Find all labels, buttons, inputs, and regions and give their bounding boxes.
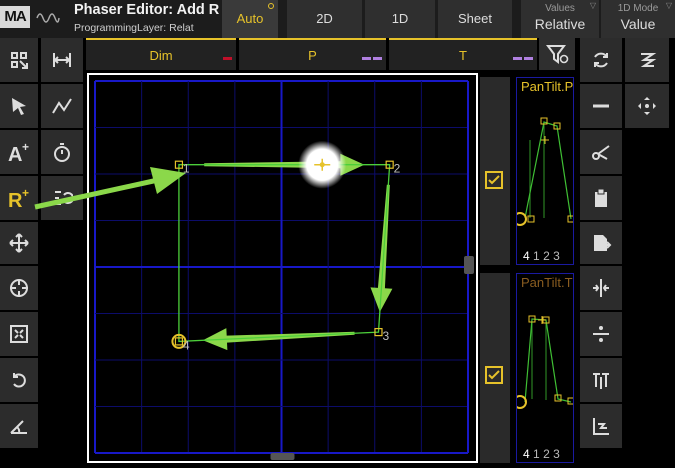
attribute-tab-t-label: T (459, 48, 467, 63)
split-horizontal-icon (593, 373, 609, 389)
attribute-tab-p[interactable]: P (239, 38, 386, 70)
move-button[interactable] (0, 222, 38, 264)
target-button[interactable] (0, 266, 38, 310)
cursor-icon (12, 98, 26, 115)
paste-insert-button[interactable] (580, 222, 622, 264)
minus-button[interactable] (580, 84, 622, 128)
relative-arrow (34, 167, 186, 210)
1d-mode-dropdown-label: 1D Mode (617, 3, 659, 14)
step-markers[interactable]: 1 234 (171, 160, 401, 353)
tilt-enable-checkbox[interactable] (485, 366, 503, 384)
split-vertical-button[interactable] (580, 266, 622, 310)
target-icon (10, 279, 28, 297)
attribute-tab-p-label: P (308, 48, 317, 63)
mini-graph-pan-title: PanTilt.P (521, 79, 574, 94)
divide-button[interactable] (580, 312, 622, 356)
mode-1d-button[interactable]: 1D (365, 0, 435, 38)
split-vertical-icon (593, 279, 609, 297)
curve-button[interactable] (41, 84, 83, 128)
range-width-icon (53, 53, 71, 67)
attribute-tab-dim-label: Dim (149, 48, 173, 63)
angle-icon (10, 420, 27, 434)
1d-mode-dropdown-value: Value (620, 16, 656, 32)
direction-arrows (202, 153, 393, 351)
resize-grip-icon[interactable] (270, 256, 475, 460)
attribute-tab-t[interactable]: T (389, 38, 537, 70)
active-indicator-icon (268, 3, 274, 9)
graph-grid (94, 80, 469, 454)
fit-icon (10, 325, 28, 343)
values-dropdown-value: Relative (534, 16, 586, 32)
mini-graph-tilt-steps: 4 1 2 3 (523, 447, 560, 461)
window-subtitle: ProgrammingLayer: Relat (74, 22, 194, 34)
step-number-label: 2 (394, 162, 401, 176)
filter-button[interactable] (539, 38, 575, 70)
1d-mode-dropdown[interactable]: 1D Mode Value ▽ (601, 0, 675, 38)
window-title: Phaser Editor: Add R (74, 2, 220, 18)
center-move-icon (638, 97, 656, 115)
mini-graph-tilt[interactable]: PanTilt.T 4 1 2 3 (516, 273, 574, 463)
range-width-button[interactable] (41, 38, 83, 82)
grid-move-button[interactable] (0, 38, 38, 82)
tab-marker (221, 40, 232, 60)
rotate-button[interactable] (0, 358, 38, 402)
curve-icon (52, 98, 72, 114)
align-bottom-button[interactable] (580, 404, 622, 448)
step-number-label: 4 (183, 338, 190, 352)
center-move-button[interactable] (625, 84, 669, 128)
split-horizontal-button[interactable] (580, 358, 622, 402)
move-icon (9, 233, 29, 253)
refresh-icon (594, 52, 608, 68)
chevron-down-icon: ▽ (665, 1, 672, 10)
mode-sheet-button[interactable]: Sheet (438, 0, 512, 38)
mini-graph-tilt-plot (517, 315, 573, 409)
step-marker[interactable]: 3 (374, 328, 390, 344)
filter-icon (546, 45, 569, 64)
attribute-tab-dim[interactable]: Dim (86, 38, 236, 70)
align-bottom-icon (593, 418, 609, 435)
spiral-button[interactable] (625, 38, 669, 82)
fit-button[interactable] (0, 312, 38, 356)
step-number-label: 3 (382, 329, 389, 343)
values-dropdown-label: Values (545, 3, 575, 14)
waveform-icon[interactable] (36, 8, 60, 28)
pan-enable-checkbox[interactable] (485, 171, 503, 189)
tilt-enable-panel (480, 273, 510, 463)
select-cursor-button[interactable] (0, 84, 38, 128)
step-marker[interactable]: 4 (171, 333, 190, 353)
values-dropdown[interactable]: Values Relative ▽ (521, 0, 599, 38)
phaser-2d-graph[interactable]: 1 234 (89, 75, 476, 461)
grid-move-icon (11, 52, 28, 69)
angle-button[interactable] (0, 404, 38, 448)
mode-auto-button[interactable]: Auto (222, 0, 278, 38)
mini-graph-pan-steps: 4 1 2 3 (523, 249, 560, 263)
minus-icon (593, 104, 609, 108)
mode-2d-button[interactable]: 2D (287, 0, 362, 38)
pan-enable-panel (480, 77, 510, 265)
cut-icon (592, 145, 610, 160)
mini-graph-tilt-title: PanTilt.T (521, 275, 573, 290)
spiral-icon (640, 53, 657, 67)
cut-button[interactable] (580, 130, 622, 174)
rotate-icon (13, 373, 26, 388)
ma-logo[interactable]: MA (0, 6, 30, 28)
paste-icon (595, 188, 607, 207)
mini-graph-pan[interactable]: PanTilt.P 4 1 2 3 (516, 77, 574, 265)
mini-graph-pan-plot (517, 117, 573, 226)
mode-auto-label: Auto (236, 11, 264, 26)
tab-marker (360, 40, 382, 60)
phaser-path (178, 164, 391, 343)
chevron-down-icon: ▽ (589, 1, 596, 10)
tab-marker (511, 40, 533, 60)
paste-button[interactable] (580, 176, 622, 220)
paste-insert-icon (594, 235, 612, 251)
divide-icon (593, 326, 609, 342)
refresh-button[interactable] (580, 38, 622, 82)
